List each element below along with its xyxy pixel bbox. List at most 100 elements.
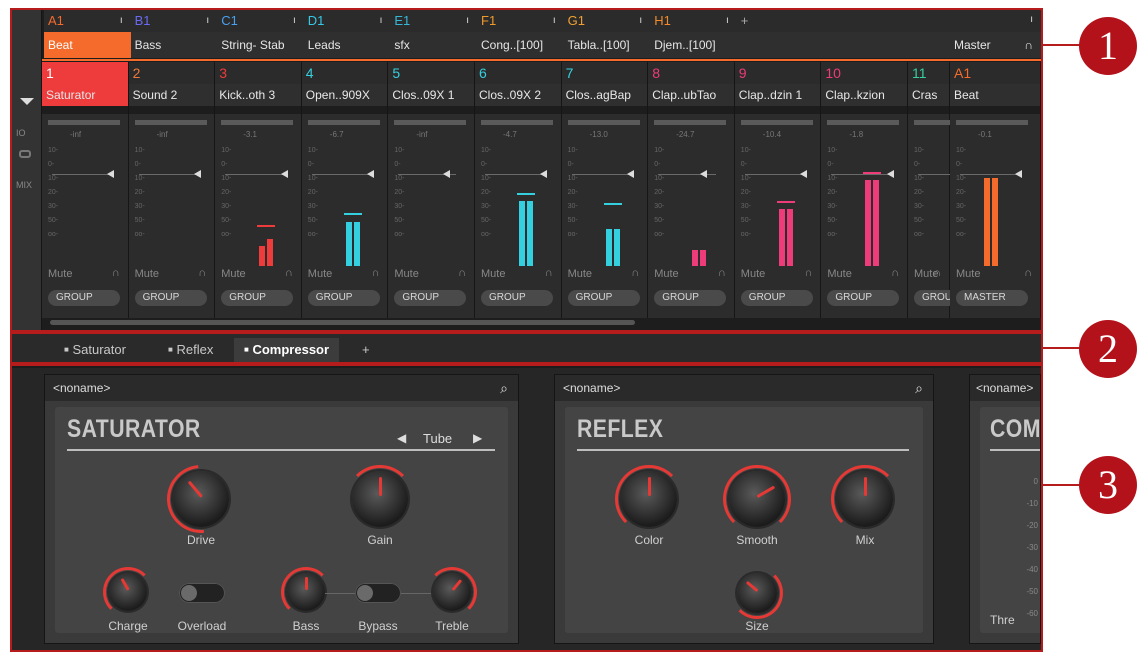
group-button[interactable]: GROUP bbox=[654, 290, 727, 306]
pan-slider[interactable] bbox=[481, 120, 553, 125]
mute-button[interactable]: Mute bbox=[308, 268, 332, 280]
headphone-icon[interactable]: ∩ bbox=[112, 267, 120, 279]
volume-fader-handle[interactable] bbox=[699, 170, 707, 178]
sound-slot-6[interactable]: 6 Clos..09X 2 bbox=[475, 62, 562, 114]
volume-fader-handle[interactable] bbox=[280, 170, 288, 178]
headphone-icon[interactable]: ∩ bbox=[545, 267, 553, 279]
tab-reflex[interactable]: ■ Reflex bbox=[158, 338, 223, 362]
prev-mode-icon[interactable]: ◀ bbox=[397, 431, 406, 445]
mute-button[interactable]: Mute bbox=[481, 268, 505, 280]
group-button[interactable]: GROUP bbox=[740, 290, 813, 306]
sound-slot-8[interactable]: 8 Clap..ubTao bbox=[648, 62, 735, 114]
overload-toggle[interactable] bbox=[179, 583, 225, 603]
headphone-icon[interactable]: ∩ bbox=[1024, 267, 1032, 279]
group-slot-a1[interactable]: A1 ı Beat bbox=[44, 10, 131, 60]
compressor-preset-name[interactable]: <noname> bbox=[976, 381, 1033, 395]
headphone-icon[interactable]: ∩ bbox=[285, 267, 293, 279]
pan-slider[interactable] bbox=[134, 120, 207, 125]
mute-button[interactable]: Mute bbox=[741, 268, 765, 280]
search-icon[interactable]: ⌕ bbox=[500, 375, 508, 401]
add-group-icon[interactable]: + bbox=[741, 13, 749, 28]
pan-slider[interactable] bbox=[48, 120, 120, 125]
sound-slot-2[interactable]: 2 Sound 2 bbox=[128, 62, 216, 114]
plug-icon[interactable] bbox=[19, 150, 31, 158]
tab-saturator[interactable]: ■ Saturator bbox=[54, 338, 136, 362]
volume-fader-handle[interactable] bbox=[442, 170, 450, 178]
sound-slot-1[interactable]: 1 Saturator bbox=[42, 62, 129, 114]
volume-fader-handle[interactable] bbox=[367, 170, 375, 178]
next-mode-icon[interactable]: ▶ bbox=[473, 431, 482, 445]
master-button[interactable]: MASTER bbox=[956, 290, 1028, 306]
headphone-icon[interactable]: ∩ bbox=[458, 267, 466, 279]
io-label[interactable]: IO bbox=[16, 128, 26, 138]
pan-slider[interactable] bbox=[394, 120, 467, 125]
pan-slider[interactable] bbox=[221, 120, 294, 125]
mute-button[interactable]: Mute bbox=[956, 268, 980, 280]
pan-slider[interactable] bbox=[827, 120, 900, 125]
group-button[interactable]: GROUP bbox=[827, 290, 900, 306]
sound-slot-5[interactable]: 5 Clos..09X 1 bbox=[388, 62, 475, 114]
headphone-icon[interactable]: ∩ bbox=[1024, 32, 1033, 58]
headphone-icon[interactable]: ∩ bbox=[371, 267, 379, 279]
group-button[interactable]: GROUP bbox=[221, 290, 294, 306]
group-button[interactable]: GROUP bbox=[307, 290, 380, 306]
channel-strip-4: -6.7 10- 0- 10- 20- 30- 50- oo- Mute ∩ GROUP bbox=[301, 114, 389, 318]
group-button[interactable]: GROUP bbox=[567, 290, 640, 306]
sound-slot-10[interactable]: 10 Clap..kzion bbox=[821, 62, 908, 114]
mixer-scrollbar[interactable] bbox=[50, 320, 635, 325]
headphone-icon[interactable]: ∩ bbox=[631, 267, 639, 279]
volume-fader-handle[interactable] bbox=[193, 170, 201, 178]
mute-button[interactable]: Mute bbox=[654, 268, 678, 280]
bypass-toggle[interactable] bbox=[355, 583, 401, 603]
pan-slider[interactable] bbox=[307, 120, 380, 125]
group-slot-e1[interactable]: E1 ı sfx bbox=[390, 10, 477, 60]
sound-slot-11[interactable]: 11 Cras bbox=[908, 62, 950, 114]
group-slot-c1[interactable]: C1 ı String- Stab bbox=[217, 10, 304, 60]
headphone-icon[interactable]: ∩ bbox=[891, 267, 899, 279]
headphone-icon[interactable]: ∩ bbox=[804, 267, 812, 279]
pan-slider[interactable] bbox=[567, 120, 640, 125]
volume-fader-handle[interactable] bbox=[107, 170, 115, 178]
group-slot-f1[interactable]: F1 ı Cong..[100] bbox=[477, 10, 564, 60]
master-sound-slot[interactable]: A1 Beat bbox=[950, 62, 1041, 114]
search-icon[interactable]: ⌕ bbox=[915, 375, 923, 401]
sound-slot-9[interactable]: 9 Clap..dzin 1 bbox=[734, 62, 822, 114]
volume-fader-handle[interactable] bbox=[540, 170, 548, 178]
pan-slider[interactable] bbox=[654, 120, 727, 125]
sound-slot-3[interactable]: 3 Kick..oth 3 bbox=[215, 62, 302, 114]
pan-slider[interactable] bbox=[956, 120, 1028, 125]
reflex-preset-name[interactable]: <noname> bbox=[563, 381, 620, 395]
headphone-icon[interactable]: ∩ bbox=[933, 267, 941, 279]
volume-fader-handle[interactable] bbox=[800, 170, 808, 178]
sound-slot-7[interactable]: 7 Clos..agBap bbox=[561, 62, 649, 114]
volume-fader-handle[interactable] bbox=[626, 170, 634, 178]
mute-button[interactable]: Mute bbox=[135, 268, 159, 280]
add-tab-button[interactable]: + bbox=[352, 338, 380, 362]
group-button[interactable]: GROUP bbox=[134, 290, 207, 306]
group-slot-h1[interactable]: H1 ı Djem..[100] bbox=[650, 10, 737, 60]
tab-compressor[interactable]: ■ Compressor bbox=[234, 338, 340, 362]
group-slot-g1[interactable]: G1 ı Tabla..[100] bbox=[563, 10, 651, 60]
mute-button[interactable]: Mute bbox=[48, 268, 72, 280]
headphone-icon[interactable]: ∩ bbox=[198, 267, 206, 279]
volume-fader-handle[interactable] bbox=[886, 170, 894, 178]
master-header[interactable]: ı Master ∩ bbox=[950, 10, 1041, 58]
mix-label[interactable]: MIX bbox=[16, 180, 32, 190]
group-slot-d1[interactable]: D1 ı Leads bbox=[303, 10, 391, 60]
group-button[interactable]: GROUP bbox=[48, 290, 120, 306]
group-button[interactable]: GROUP bbox=[481, 290, 553, 306]
mute-button[interactable]: Mute bbox=[568, 268, 592, 280]
headphone-icon[interactable]: ∩ bbox=[718, 267, 726, 279]
pan-slider[interactable] bbox=[740, 120, 813, 125]
volume-fader-handle[interactable] bbox=[1015, 170, 1023, 178]
mute-button[interactable]: Mute bbox=[394, 268, 418, 280]
group-button[interactable]: GROUP bbox=[394, 290, 467, 306]
collapse-arrow-icon[interactable] bbox=[20, 98, 34, 105]
add-group-slot[interactable]: + bbox=[736, 10, 950, 60]
mute-button[interactable]: Mute bbox=[221, 268, 245, 280]
mute-button[interactable]: Mute bbox=[827, 268, 851, 280]
group-slot-b1[interactable]: B1 ı Bass bbox=[130, 10, 218, 60]
mode-value[interactable]: Tube bbox=[423, 431, 452, 446]
sound-slot-4[interactable]: 4 Open..909X bbox=[301, 62, 389, 114]
saturator-preset-name[interactable]: <noname> bbox=[53, 381, 110, 395]
